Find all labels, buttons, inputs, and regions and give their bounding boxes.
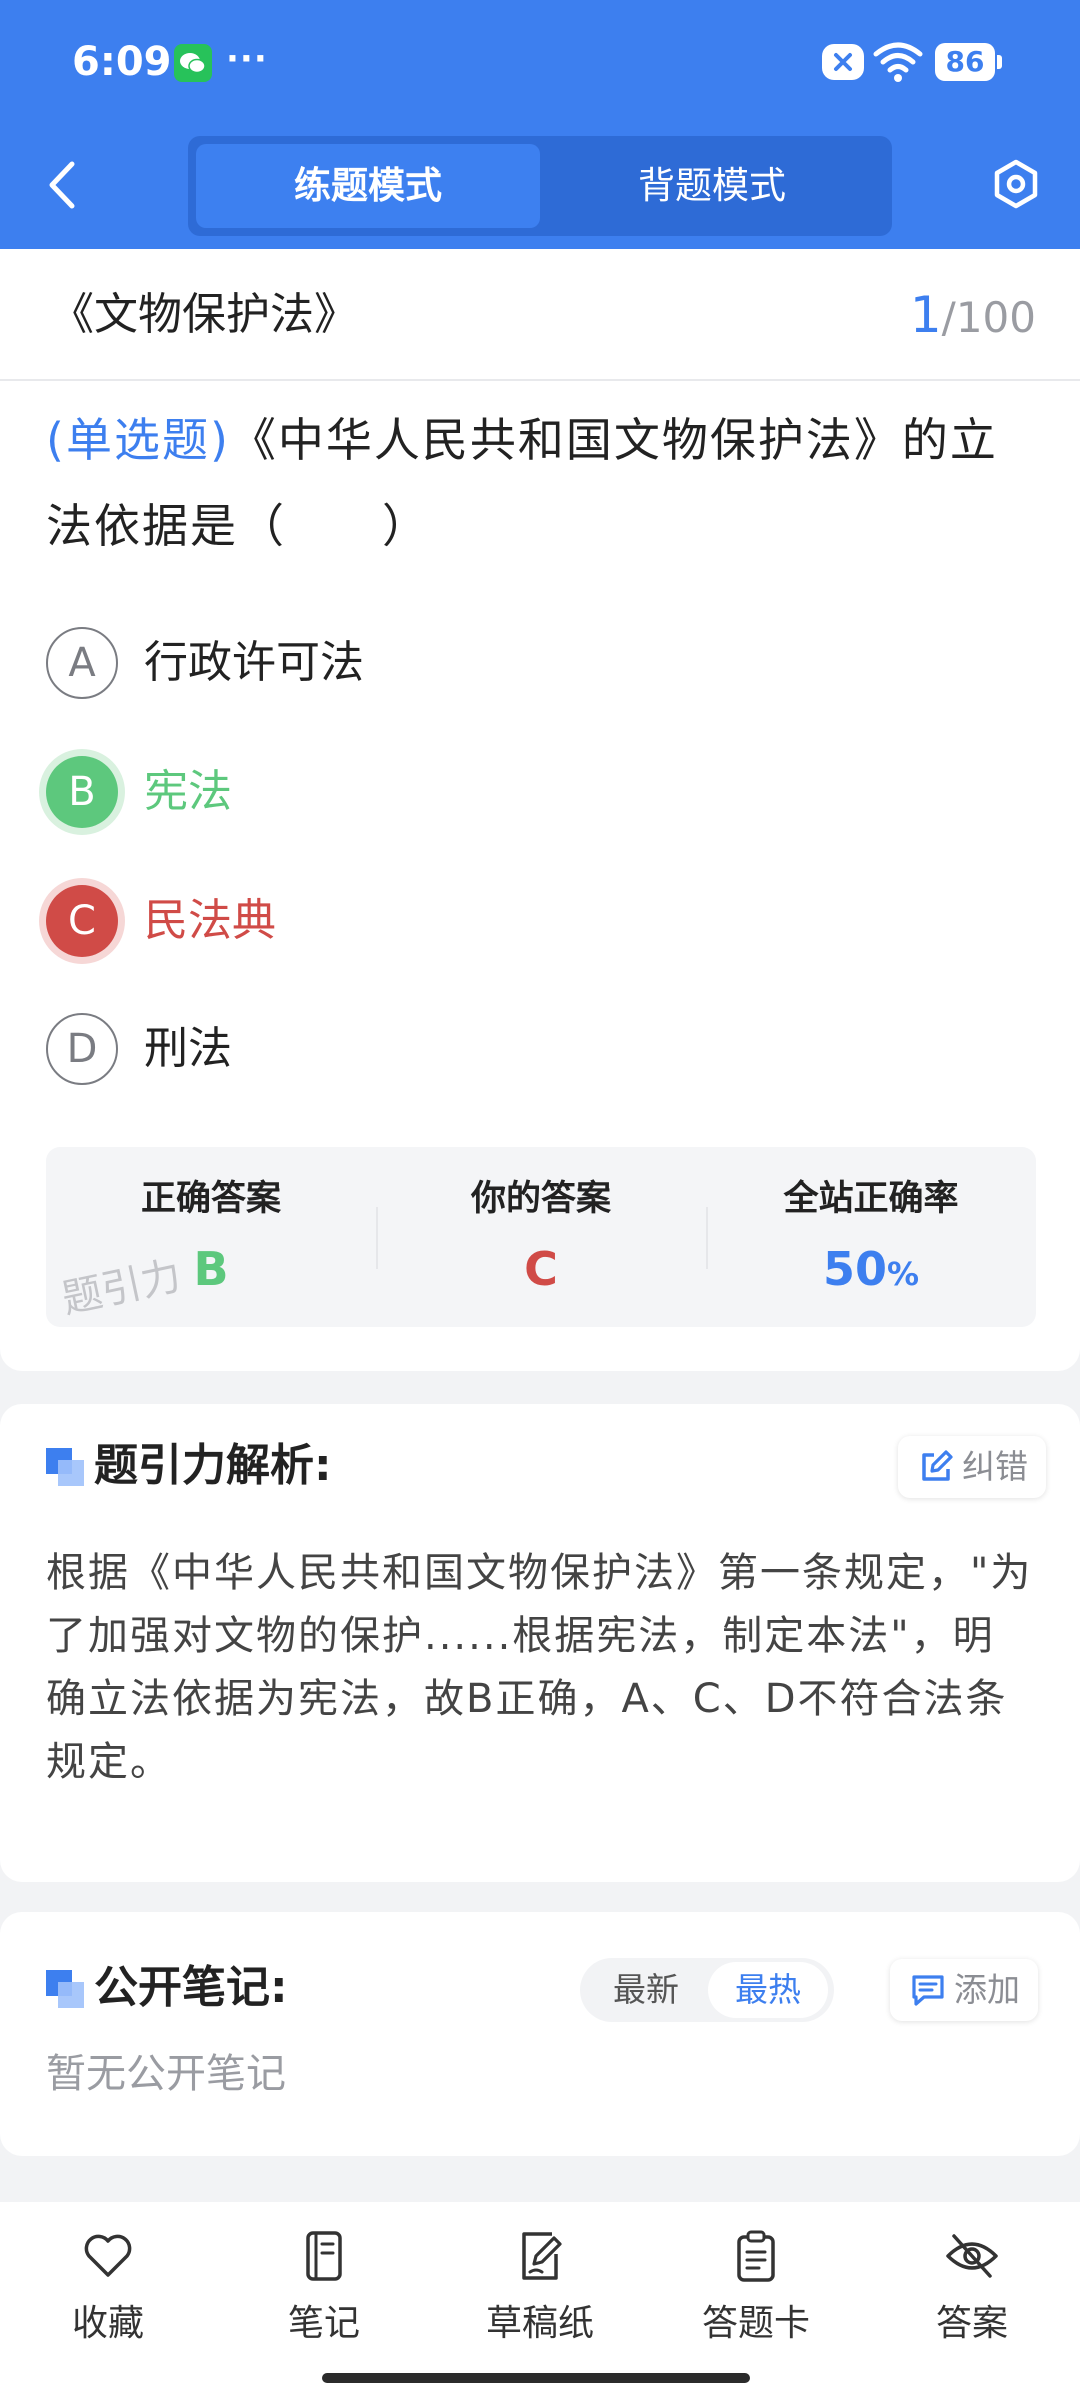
notes-sort-toggle: 最新 最热	[580, 1958, 834, 2022]
status-bar: 6:09 ··· 86	[0, 0, 1080, 124]
analysis-card: 题引力解析: 纠错 根据《中华人民共和国文物保护法》第一条规定，"为了加强对文物…	[0, 1404, 1080, 1882]
heart-icon	[84, 2234, 132, 2277]
settings-button[interactable]	[990, 158, 1042, 210]
notification-blocked-icon	[822, 44, 864, 80]
sort-hottest[interactable]: 最热	[708, 1962, 828, 2018]
option-b[interactable]: B 宪法	[46, 754, 846, 830]
notes-label: 笔记	[287, 2303, 360, 2344]
eye-off-icon	[946, 2234, 998, 2278]
option-letter: A	[46, 627, 118, 699]
question-title-row: 《文物保护法》 1/100	[0, 249, 1080, 381]
public-notes-card: 公开笔记: 最新 最热 添加 暂无公开笔记	[0, 1912, 1080, 2156]
answer-toggle-label: 答案	[935, 2303, 1008, 2344]
clipboard-icon	[737, 2230, 775, 2282]
add-note-label: 添加	[954, 1970, 1020, 2009]
comment-icon	[912, 1975, 944, 2006]
notebook-icon	[306, 2231, 342, 2281]
draft-pen-icon	[522, 2232, 562, 2280]
empty-notes-text: 暂无公开笔记	[46, 2051, 286, 2097]
favorite-label: 收藏	[71, 2303, 144, 2344]
app-header: 6:09 ··· 86 练题模式 背题模式	[0, 0, 1080, 249]
site-accuracy: 全站正确率 50%	[706, 1147, 1036, 1327]
your-answer: 你的答案 C	[376, 1147, 706, 1327]
option-c[interactable]: C 民法典	[46, 883, 846, 959]
status-more-dots: ···	[226, 39, 268, 79]
option-d[interactable]: D 刑法	[46, 1011, 846, 1087]
option-a[interactable]: A 行政许可法	[46, 625, 846, 701]
tab-practice-mode[interactable]: 练题模式	[196, 144, 540, 228]
edit-icon	[922, 1450, 953, 1481]
question-counter[interactable]: 1/100	[910, 285, 1036, 348]
section-mark-icon	[46, 1448, 84, 1486]
answer-summary: 正确答案 B 你的答案 C 全站正确率 50%	[46, 1147, 1036, 1327]
home-indicator[interactable]	[322, 2373, 750, 2383]
site-accuracy-unit: %	[886, 1255, 920, 1293]
question-card: 《文物保护法》 1/100 (单选题)《中华人民共和国文物保护法》的立法依据是（…	[0, 249, 1080, 1371]
site-accuracy-value: 50%	[706, 1241, 1036, 1302]
option-text: 刑法	[144, 1023, 232, 1074]
notes-button[interactable]: 笔记	[224, 2228, 424, 2358]
answer-toggle-button[interactable]: 答案	[872, 2228, 1072, 2358]
wifi-icon	[873, 42, 923, 82]
site-accuracy-number: 50	[822, 1242, 887, 1296]
status-time: 6:09	[72, 39, 172, 85]
option-text: 民法典	[144, 895, 276, 946]
tab-memorize-mode[interactable]: 背题模式	[540, 144, 884, 228]
answer-sheet-button[interactable]: 答题卡	[656, 2228, 856, 2358]
report-error-label: 纠错	[962, 1447, 1028, 1486]
draft-paper-label: 草稿纸	[485, 2303, 594, 2344]
battery-icon: 86	[935, 43, 1002, 81]
draft-paper-button[interactable]: 草稿纸	[440, 2228, 640, 2358]
bottom-toolbar: 收藏 笔记 草稿纸 答题卡 答案	[0, 2202, 1080, 2400]
option-letter: C	[46, 885, 118, 957]
option-text: 行政许可法	[144, 637, 364, 688]
correct-answer-label: 正确答案	[140, 1179, 281, 1219]
option-text: 宪法	[144, 766, 232, 817]
section-mark-icon	[46, 1970, 84, 2008]
favorite-button[interactable]: 收藏	[8, 2228, 208, 2358]
analysis-title: 题引力解析:	[94, 1440, 332, 1491]
current-question-number: 1	[909, 286, 942, 344]
total-questions: /100	[941, 293, 1036, 342]
question-text: (单选题)《中华人民共和国文物保护法》的立法依据是（ ）	[46, 397, 1036, 569]
wechat-icon	[174, 44, 212, 82]
mode-switch: 练题模式 背题模式	[188, 136, 892, 236]
analysis-text: 根据《中华人民共和国文物保护法》第一条规定，"为了加强对文物的保护......根…	[46, 1550, 1033, 1785]
sort-latest[interactable]: 最新	[586, 1962, 706, 2018]
report-error-button[interactable]: 纠错	[898, 1436, 1046, 1498]
your-answer-value: C	[524, 1242, 558, 1296]
law-title: 《文物保护法》	[50, 289, 358, 340]
option-letter: B	[46, 756, 118, 828]
question-type: (单选题)	[46, 413, 230, 467]
notes-title: 公开笔记:	[94, 1962, 288, 2013]
your-answer-label: 你的答案	[470, 1179, 611, 1219]
add-note-button[interactable]: 添加	[890, 1959, 1038, 2021]
answer-sheet-label: 答题卡	[701, 2303, 810, 2344]
back-button[interactable]	[42, 158, 82, 212]
option-letter: D	[46, 1013, 118, 1085]
site-accuracy-label: 全站正确率	[783, 1179, 959, 1219]
